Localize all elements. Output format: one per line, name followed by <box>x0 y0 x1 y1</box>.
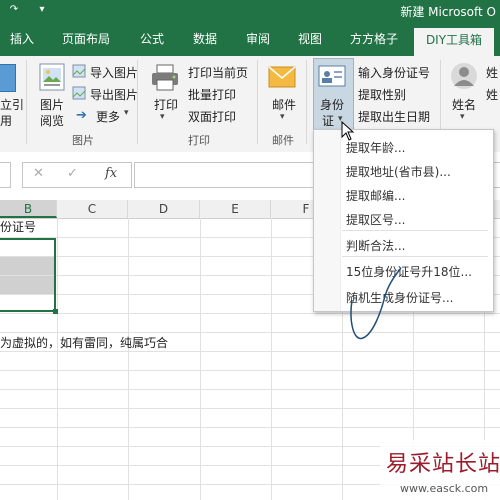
title-bar: ↷ ▾ 新建 Microsoft O <box>0 0 500 22</box>
duplex-print-button[interactable]: 双面打印 <box>188 108 236 125</box>
column-header-d[interactable]: D <box>128 200 200 218</box>
menu-extract-age[interactable]: 提取年龄... <box>346 139 405 156</box>
partial-left-label[interactable]: 立引 <box>0 96 24 113</box>
column-header-e[interactable]: E <box>200 200 271 218</box>
name-button[interactable]: 姓名 <box>452 96 476 113</box>
tab-page-layout[interactable]: 页面布局 <box>62 30 110 47</box>
id-card-label-line2: 证 <box>322 114 335 128</box>
mail-dropdown-icon[interactable]: ▾ <box>280 112 285 122</box>
gridline <box>0 332 500 333</box>
partial-right-item-1[interactable]: 姓 <box>486 64 498 81</box>
confirm-icon[interactable]: ✓ <box>67 166 78 181</box>
import-image-button[interactable]: 导入图片 <box>90 64 138 81</box>
tab-insert[interactable]: 插入 <box>10 30 34 47</box>
cancel-icon[interactable]: ✕ <box>33 166 44 181</box>
annotation-stroke <box>345 262 405 344</box>
print-dropdown-icon[interactable]: ▾ <box>160 112 165 122</box>
mail-group-label: 邮件 <box>272 134 294 147</box>
tab-fangfang[interactable]: 方方格子 <box>350 30 398 47</box>
gridline <box>0 427 500 428</box>
id-card-icon <box>318 64 346 88</box>
group-divider <box>306 60 307 144</box>
tab-diy-toolbox[interactable]: DIY工具箱 <box>414 28 494 56</box>
tab-data[interactable]: 数据 <box>193 30 217 47</box>
tab-view[interactable]: 视图 <box>298 30 322 47</box>
redo-icon[interactable]: ↷ <box>8 4 20 16</box>
group-divider <box>257 60 258 144</box>
print-button[interactable]: 打印 <box>154 96 178 113</box>
watermark-url: www.easck.com <box>400 482 489 495</box>
window-title: 新建 Microsoft O <box>400 5 496 19</box>
disclaimer-cell[interactable]: 为虚拟的，如有雷同，纯属巧合 <box>0 334 168 351</box>
group-divider <box>26 60 27 144</box>
watermark: 易采站长站 www.easck.com <box>380 440 500 500</box>
image-group-label: 图片 <box>72 134 94 147</box>
gridline <box>0 389 500 390</box>
envelope-icon[interactable] <box>268 66 296 88</box>
menu-extract-postcode[interactable]: 提取邮编... <box>346 187 405 204</box>
menu-gutter <box>314 130 341 311</box>
more-button[interactable]: 更多 <box>96 108 120 125</box>
person-icon[interactable] <box>450 62 478 90</box>
gridline <box>200 218 201 500</box>
fx-icon[interactable]: fx <box>105 166 117 181</box>
formula-buttons: ✕ ✓ fx <box>22 162 132 188</box>
export-image-icon <box>72 86 86 100</box>
gridline <box>0 370 500 371</box>
import-image-icon <box>72 64 86 78</box>
print-group-label: 打印 <box>188 134 210 147</box>
extract-birthdate-button[interactable]: 提取出生日期 <box>358 108 430 125</box>
fill-handle[interactable] <box>53 309 58 314</box>
id-card-label: 身份 <box>320 98 345 112</box>
menu-separator <box>342 230 488 231</box>
image-viewer-button-line2: 阅览 <box>40 114 65 128</box>
printer-icon[interactable] <box>150 64 180 92</box>
menu-extract-area-code[interactable]: 提取区号... <box>346 211 405 228</box>
partial-right-item-2[interactable]: 姓 <box>486 86 498 103</box>
export-image-button[interactable]: 导出图片 <box>90 86 138 103</box>
watermark-text: 易采站长站 <box>386 452 500 477</box>
gridline <box>0 313 500 314</box>
menu-separator <box>342 256 488 257</box>
tab-formulas[interactable]: 公式 <box>140 30 164 47</box>
arrow-right-icon: ➔ <box>76 108 87 123</box>
column-header-c[interactable]: C <box>57 200 128 218</box>
batch-print-button[interactable]: 批量打印 <box>188 86 236 103</box>
name-dropdown-icon[interactable]: ▾ <box>460 112 465 122</box>
partial-left-icon <box>0 64 16 92</box>
print-current-page-button[interactable]: 打印当前页 <box>188 64 248 81</box>
tab-review[interactable]: 审阅 <box>246 30 270 47</box>
group-divider <box>137 60 138 144</box>
gridline <box>0 408 500 409</box>
mouse-cursor-icon <box>341 120 355 141</box>
quick-access-menu-icon[interactable]: ▾ <box>36 4 48 16</box>
column-header-b[interactable]: B <box>0 200 57 218</box>
partial-left-sublabel: 用 <box>0 114 13 128</box>
gridline <box>0 351 500 352</box>
menu-validate[interactable]: 判断合法... <box>346 237 405 254</box>
cell-b1[interactable]: 份证号 <box>0 219 56 236</box>
extract-gender-button[interactable]: 提取性别 <box>358 86 406 103</box>
gridline <box>128 218 129 500</box>
more-dropdown-icon[interactable]: ▾ <box>124 108 129 118</box>
input-id-number-button[interactable]: 输入身份证号 <box>358 64 430 81</box>
name-box[interactable] <box>0 162 11 188</box>
selection-range <box>0 238 56 312</box>
image-viewer-icon[interactable] <box>38 62 66 92</box>
image-viewer-button[interactable]: 图片 <box>40 96 64 113</box>
menu-extract-address[interactable]: 提取地址(省市县)... <box>346 163 451 180</box>
gridline <box>57 218 58 500</box>
mail-button[interactable]: 邮件 <box>272 96 296 113</box>
gridline <box>271 218 272 500</box>
